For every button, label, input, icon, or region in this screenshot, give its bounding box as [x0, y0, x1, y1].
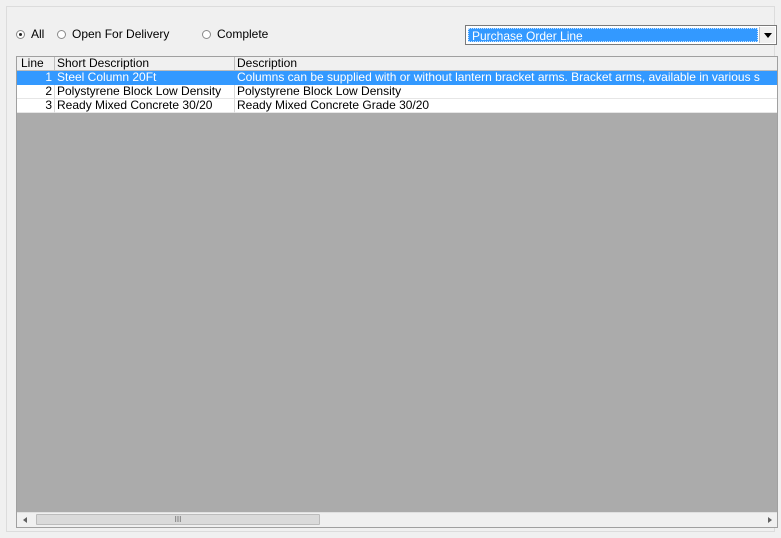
- scrollbar-grip: III: [174, 514, 182, 524]
- scroll-right-button[interactable]: [762, 513, 777, 527]
- cell-description: Ready Mixed Concrete Grade 30/20: [235, 99, 777, 113]
- scrollbar-thumb[interactable]: III: [36, 514, 320, 525]
- arrow-right-icon: [767, 517, 772, 523]
- dropdown-arrow-button[interactable]: [759, 27, 775, 43]
- cell-line: 3: [17, 99, 55, 113]
- order-lines-grid[interactable]: Line Short Description Description 1 Ste…: [16, 56, 778, 528]
- arrow-left-icon: [22, 517, 27, 523]
- radio-unselected-icon: [57, 29, 66, 39]
- radio-all[interactable]: All: [16, 27, 44, 41]
- cell-line: 1: [17, 71, 55, 85]
- view-selector-dropdown[interactable]: Purchase Order Line: [465, 25, 777, 45]
- radio-complete[interactable]: Complete: [202, 27, 268, 41]
- column-header-short-description[interactable]: Short Description: [55, 57, 235, 71]
- radio-unselected-icon: [202, 29, 211, 39]
- scroll-left-button[interactable]: [17, 513, 32, 527]
- column-header-description[interactable]: Description: [235, 57, 777, 71]
- column-header-line[interactable]: Line: [17, 57, 55, 71]
- radio-label: Open For Delivery: [72, 27, 170, 41]
- cell-description: Columns can be supplied with or without …: [235, 71, 777, 85]
- cell-short-description: Steel Column 20Ft: [55, 71, 235, 85]
- cell-short-description: Polystyrene Block Low Density: [55, 85, 235, 99]
- cell-description: Polystyrene Block Low Density: [235, 85, 777, 99]
- radio-open-for-delivery[interactable]: Open For Delivery: [57, 27, 169, 41]
- cell-short-description: Ready Mixed Concrete 30/20: [55, 99, 235, 113]
- grid-header-row: Line Short Description Description: [17, 57, 777, 71]
- radio-label: All: [31, 27, 45, 41]
- view-selector-value: Purchase Order Line: [468, 28, 758, 43]
- chevron-down-icon: [763, 32, 772, 38]
- radio-label: Complete: [217, 27, 269, 41]
- table-row[interactable]: 3 Ready Mixed Concrete 30/20 Ready Mixed…: [17, 99, 777, 113]
- horizontal-scrollbar[interactable]: III: [17, 512, 777, 527]
- radio-selected-icon: [16, 29, 25, 39]
- cell-line: 2: [17, 85, 55, 99]
- table-row[interactable]: 2 Polystyrene Block Low Density Polystyr…: [17, 85, 777, 99]
- table-row[interactable]: 1 Steel Column 20Ft Columns can be suppl…: [17, 71, 777, 85]
